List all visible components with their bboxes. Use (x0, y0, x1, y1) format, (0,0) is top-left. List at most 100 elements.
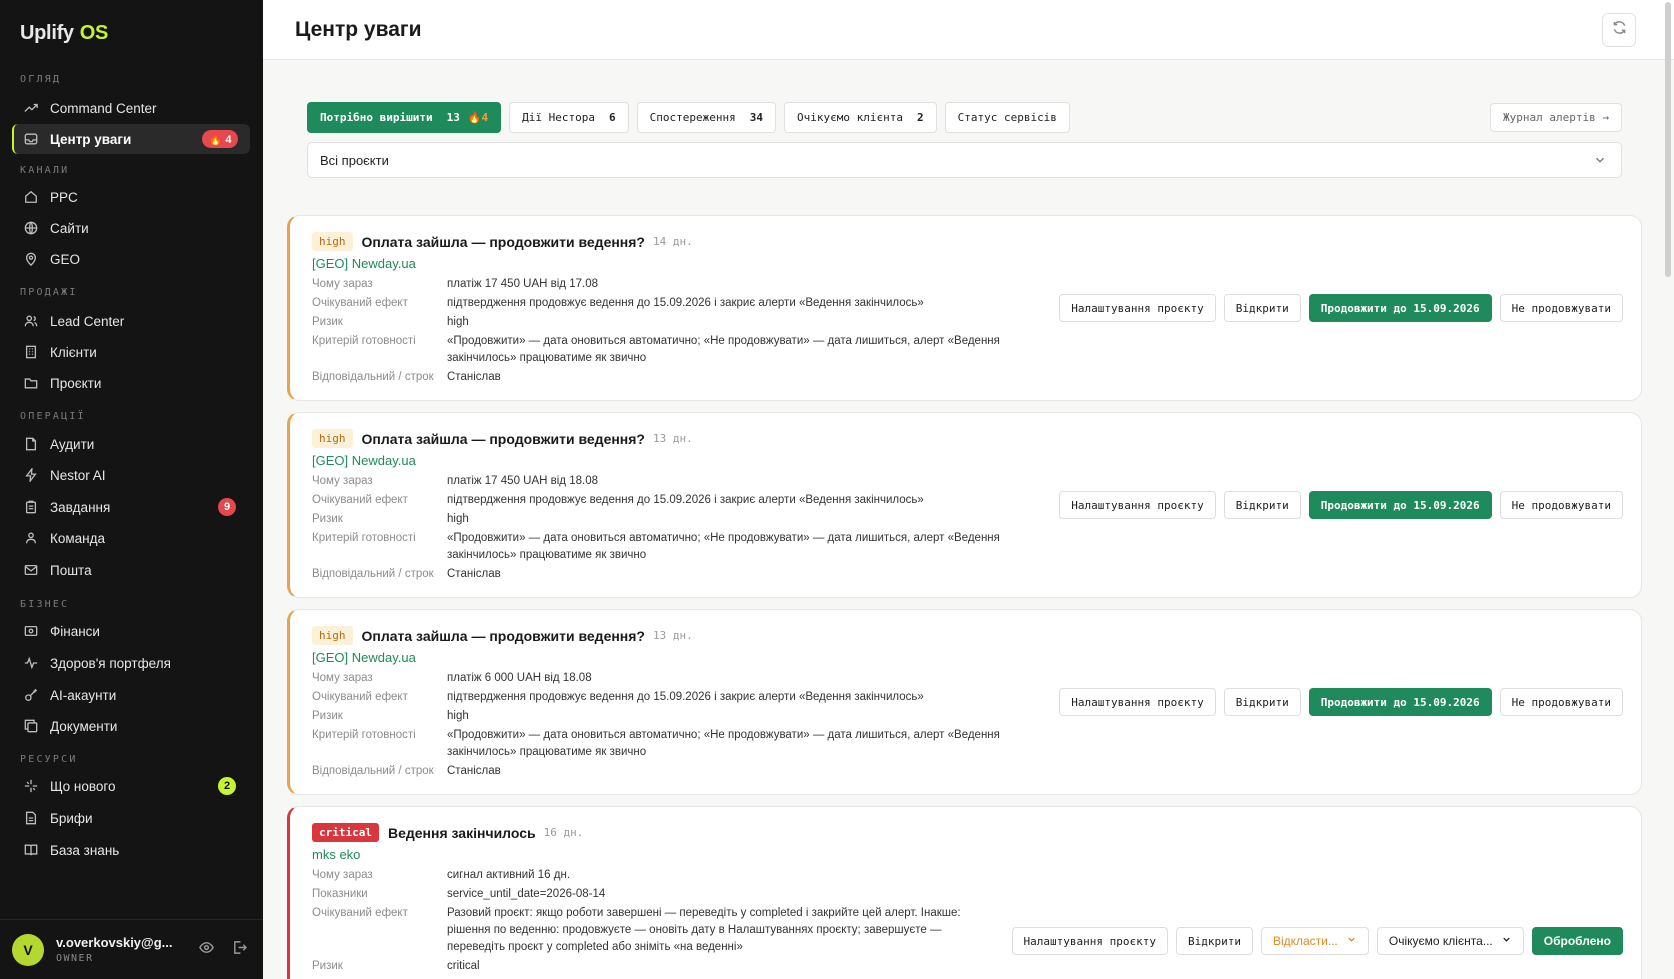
processed-button[interactable]: Оброблено (1531, 927, 1623, 955)
alert-card: high Оплата зайшла — продовжити ведення?… (287, 412, 1642, 598)
project-link[interactable]: mks eko (312, 847, 360, 862)
globe-icon (24, 221, 38, 235)
alert-journal-button[interactable]: Журнал алертів → (1490, 103, 1622, 132)
home-icon (24, 190, 38, 204)
project-settings-button[interactable]: Налаштування проєкту (1011, 927, 1168, 955)
sidebar-item-ppc[interactable]: PPC (12, 182, 250, 212)
user-email: v.overkovskiy@g... (56, 935, 173, 950)
project-link[interactable]: [GEO] Newday.ua (312, 256, 416, 271)
section-sales: ПРОДАЖІ (20, 287, 78, 298)
severity-badge: critical (312, 823, 379, 842)
sidebar: Uplify OS ОГЛЯД Command Center Центр уваг… (0, 0, 263, 979)
chevron-down-icon (1501, 934, 1512, 948)
app-logo[interactable]: Uplify OS (20, 22, 108, 45)
chevron-down-icon (1593, 153, 1607, 170)
open-button[interactable]: Відкрити (1223, 294, 1301, 322)
wallet-icon (24, 624, 38, 638)
section-business: БІЗНЕС (20, 599, 70, 610)
severity-badge: high (312, 232, 353, 251)
tasks-badge: 9 (218, 498, 236, 516)
section-channels: КАНАЛИ (20, 165, 70, 176)
extend-button[interactable]: Продовжити до 15.09.2026 (1308, 688, 1492, 716)
team-icon (24, 531, 38, 545)
inbox-icon (24, 132, 38, 146)
project-settings-button[interactable]: Налаштування проєкту (1059, 688, 1216, 716)
sidebar-item-mail[interactable]: Пошта (12, 555, 250, 585)
postpone-select[interactable]: Відкласти... (1260, 927, 1369, 955)
alert-tabs: Потрібно вирішити 13 🔥4 Дії Нестора 6 Сп… (307, 102, 1070, 133)
alert-age: 13 дн. (653, 629, 693, 642)
tab-observations[interactable]: Спостереження 34 (636, 102, 776, 133)
file-text-icon (24, 811, 38, 825)
key-icon (24, 688, 38, 702)
open-button[interactable]: Відкрити (1223, 491, 1301, 519)
project-link[interactable]: [GEO] Newday.ua (312, 453, 416, 468)
copy-icon (24, 719, 38, 733)
avatar[interactable]: V (12, 933, 44, 966)
tab-to-resolve[interactable]: Потрібно вирішити 13 🔥4 (307, 102, 502, 133)
section-resources: РЕСУРСИ (20, 754, 78, 765)
sidebar-item-ai-accounts[interactable]: AI-акаунти (12, 680, 250, 710)
refresh-icon (1612, 20, 1627, 40)
tab-nestor-actions[interactable]: Дії Нестора 6 (509, 102, 629, 133)
user-role: OWNER (56, 953, 94, 964)
sidebar-item-documents[interactable]: Документи (12, 711, 250, 741)
sidebar-item-lead-center[interactable]: Lead Center (12, 306, 250, 336)
map-pin-icon (24, 252, 38, 266)
alert-card-critical: critical Ведення закінчилось 16 дн. mks … (287, 806, 1642, 979)
sidebar-item-tasks[interactable]: Завдання 9 (12, 492, 250, 522)
sidebar-item-knowledge-base[interactable]: База знань (12, 835, 250, 865)
clipboard-icon (24, 500, 38, 514)
book-icon (24, 843, 38, 857)
alert-card: high Оплата зайшла — продовжити ведення?… (287, 609, 1642, 795)
alert-title: Оплата зайшла — продовжити ведення? (361, 233, 646, 250)
scrollbar[interactable] (1665, 2, 1671, 277)
sidebar-item-geo[interactable]: GEO (12, 244, 250, 274)
dont-extend-button[interactable]: Не продовжувати (1499, 294, 1623, 322)
page-title: Центр уваги (295, 18, 422, 41)
fire-count: 🔥4 (467, 111, 489, 124)
sidebar-item-finance[interactable]: Фінанси (12, 616, 250, 646)
dont-extend-button[interactable]: Не продовжувати (1499, 688, 1623, 716)
alert-age: 14 дн. (653, 235, 693, 248)
severity-badge: high (312, 626, 353, 645)
sidebar-item-command-center[interactable]: Command Center (12, 93, 250, 123)
sidebar-item-audits[interactable]: Аудити (12, 429, 250, 459)
sidebar-item-sites[interactable]: Сайти (12, 213, 250, 243)
open-button[interactable]: Відкрити (1175, 927, 1253, 955)
section-operations: ОПЕРАЦІЇ (20, 411, 86, 422)
sidebar-item-briefs[interactable]: Брифи (12, 803, 250, 833)
project-link[interactable]: [GEO] Newday.ua (312, 650, 416, 665)
sidebar-item-clients[interactable]: Клієнти (12, 337, 250, 367)
sidebar-item-attention-center[interactable]: Центр уваги 🔥 4 (12, 124, 250, 154)
project-filter-select[interactable]: Всі проєкти (307, 142, 1622, 178)
sidebar-item-projects[interactable]: Проєкти (12, 368, 250, 398)
logout-icon[interactable] (232, 940, 248, 960)
tab-service-status[interactable]: Статус сервісів (944, 102, 1070, 133)
user-bar: V v.overkovskiy@g... OWNER (0, 919, 263, 979)
trend-icon (24, 101, 38, 115)
sidebar-item-team[interactable]: Команда (12, 523, 250, 553)
attention-badge: 🔥 4 (202, 130, 238, 148)
sidebar-item-nestor-ai[interactable]: Nestor AI (12, 460, 250, 490)
alert-title: Оплата зайшла — продовжити ведення? (361, 627, 646, 644)
sidebar-item-whats-new[interactable]: Що нового 2 (12, 771, 250, 801)
folder-icon (24, 376, 38, 390)
awaiting-client-select[interactable]: Очікуємо клієнта... (1376, 927, 1524, 955)
project-settings-button[interactable]: Налаштування проєкту (1059, 491, 1216, 519)
dont-extend-button[interactable]: Не продовжувати (1499, 491, 1623, 519)
building-icon (24, 345, 38, 359)
chevron-down-icon (1346, 934, 1357, 948)
extend-button[interactable]: Продовжити до 15.09.2026 (1308, 491, 1492, 519)
whats-new-badge: 2 (218, 777, 236, 795)
mail-icon (24, 563, 38, 577)
refresh-button[interactable] (1602, 13, 1636, 47)
open-button[interactable]: Відкрити (1223, 688, 1301, 716)
document-icon (24, 437, 38, 451)
sidebar-item-portfolio-health[interactable]: Здоров'я портфеля (12, 648, 250, 678)
alert-age: 16 дн. (543, 826, 584, 839)
eye-icon[interactable] (199, 940, 214, 960)
project-settings-button[interactable]: Налаштування проєкту (1059, 294, 1216, 322)
tab-awaiting-client[interactable]: Очікуємо клієнта 2 (784, 102, 937, 133)
extend-button[interactable]: Продовжити до 15.09.2026 (1308, 294, 1492, 322)
